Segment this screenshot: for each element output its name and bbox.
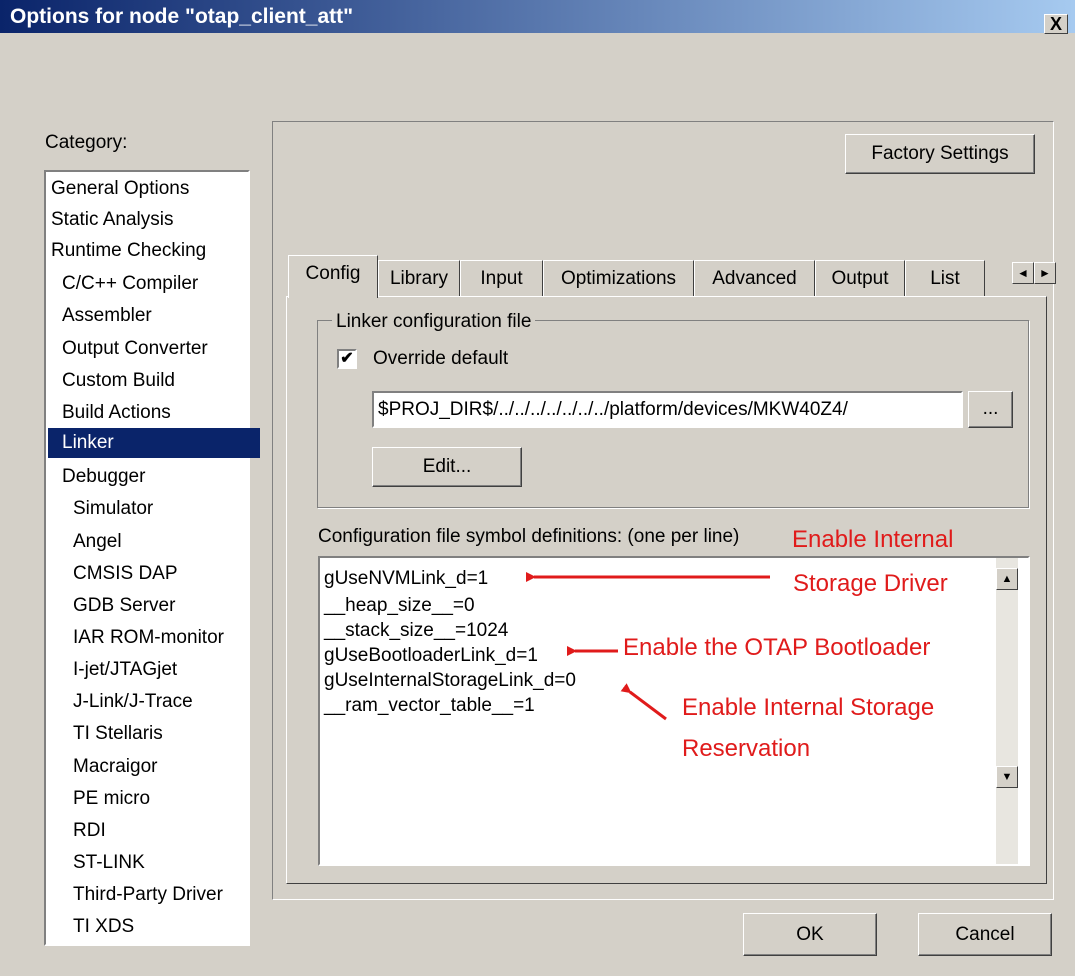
symbol-line: gUseBootloaderLink_d=1 [324, 645, 538, 666]
category-label: Category: [45, 132, 128, 153]
factory-settings-button[interactable]: Factory Settings [845, 134, 1035, 174]
symbol-definitions-label: Configuration file symbol definitions: (… [318, 526, 740, 547]
symbol-line: __heap_size__=0 [324, 595, 475, 616]
category-item-iar-rom-monitor[interactable]: IAR ROM-monitor [48, 623, 271, 653]
category-item-ijet[interactable]: I-jet/JTAGjet [48, 655, 271, 685]
category-item-general-options[interactable]: General Options [48, 174, 249, 204]
annotation-internal-driver-line1: Enable Internal [792, 526, 954, 553]
cancel-button[interactable]: Cancel [918, 913, 1052, 956]
category-list[interactable]: General Options Static Analysis Runtime … [44, 170, 260, 946]
category-item-rdi[interactable]: RDI [48, 816, 271, 846]
scroll-down-icon[interactable]: ▼ [996, 766, 1018, 788]
tab-output[interactable]: Output [815, 260, 905, 296]
browse-button[interactable]: ... [968, 391, 1013, 428]
symbols-scrollbar[interactable]: ▲ ▼ [996, 558, 1018, 864]
annotation-storage-reservation-line2: Reservation [682, 735, 811, 762]
category-item-custom-build[interactable]: Custom Build [48, 366, 260, 396]
close-button[interactable]: X [1044, 14, 1068, 34]
category-item-build-actions[interactable]: Build Actions [48, 398, 260, 428]
category-item-ti-xds[interactable]: TI XDS [48, 912, 271, 942]
tab-scroll-right-icon[interactable]: ► [1034, 262, 1056, 284]
linker-config-legend: Linker configuration file [332, 311, 536, 333]
tab-config[interactable]: Config [288, 255, 378, 298]
edit-button[interactable]: Edit... [372, 447, 522, 487]
category-item-cmsis-dap[interactable]: CMSIS DAP [48, 559, 271, 589]
symbol-line: gUseNVMLink_d=1 [324, 568, 489, 589]
category-item-debugger[interactable]: Debugger [48, 462, 260, 492]
symbol-line: gUseInternalStorageLink_d=0 [324, 670, 576, 691]
annotation-storage-reservation-line1: Enable Internal Storage [682, 694, 935, 721]
scroll-up-icon[interactable]: ▲ [996, 568, 1018, 590]
category-item-jlink[interactable]: J-Link/J-Trace [48, 687, 271, 717]
category-item-third-party-driver[interactable]: Third-Party Driver [48, 880, 271, 910]
tab-library[interactable]: Library [378, 260, 460, 296]
category-item-pe-micro[interactable]: PE micro [48, 784, 271, 814]
category-item-c-compiler[interactable]: C/C++ Compiler [48, 269, 260, 299]
category-item-output-converter[interactable]: Output Converter [48, 334, 260, 364]
category-item-macraigor[interactable]: Macraigor [48, 752, 271, 782]
linker-config-path-input[interactable]: $PROJ_DIR$/../../../../../../../platform… [372, 391, 963, 428]
category-item-ti-stellaris[interactable]: TI Stellaris [48, 719, 271, 749]
tab-list[interactable]: List [905, 260, 985, 296]
symbol-line: __ram_vector_table__=1 [324, 695, 535, 716]
category-item-st-link[interactable]: ST-LINK [48, 848, 271, 878]
window-title: Options for node "otap_client_att" [10, 5, 354, 28]
annotation-internal-driver-line2: Storage Driver [793, 570, 948, 597]
category-item-angel[interactable]: Angel [48, 527, 271, 557]
tab-optimizations[interactable]: Optimizations [543, 260, 694, 296]
category-item-runtime-checking[interactable]: Runtime Checking [48, 236, 249, 266]
ok-button[interactable]: OK [743, 913, 877, 956]
tab-advanced[interactable]: Advanced [694, 260, 815, 296]
override-default-checkbox[interactable]: ✔ [337, 349, 357, 369]
override-default-label[interactable]: Override default [373, 348, 508, 370]
tab-scroll-left-icon[interactable]: ◄ [1012, 262, 1034, 284]
annotation-bootloader: Enable the OTAP Bootloader [623, 634, 931, 661]
category-item-simulator[interactable]: Simulator [48, 494, 271, 524]
category-item-linker[interactable]: Linker [48, 428, 260, 458]
symbol-line: __stack_size__=1024 [324, 620, 509, 641]
tab-input[interactable]: Input [460, 260, 543, 296]
category-item-assembler[interactable]: Assembler [48, 301, 260, 331]
category-item-static-analysis[interactable]: Static Analysis [48, 205, 249, 235]
category-item-gdb-server[interactable]: GDB Server [48, 591, 271, 621]
